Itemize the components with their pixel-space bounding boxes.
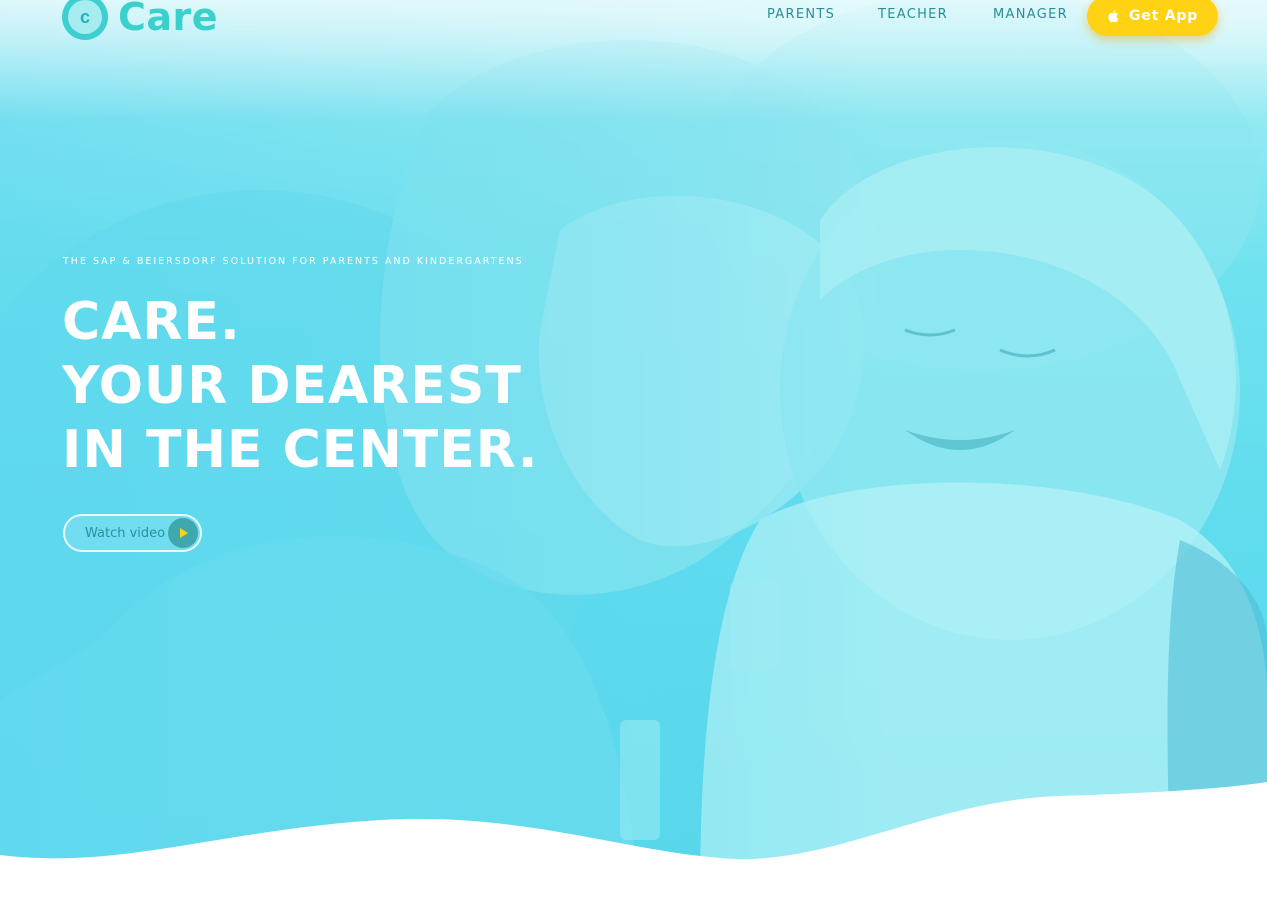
apple-icon <box>1108 10 1119 23</box>
brand-name: Care <box>118 0 219 39</box>
hero-headline: CARE. YOUR DEAREST IN THE CENTER. <box>62 290 539 482</box>
watch-video-button[interactable]: Watch video <box>63 514 202 552</box>
top-nav: c Care PARENTS TEACHER MANAGER Get App <box>0 0 1267 60</box>
hero-kicker: THE SAP & BEIERSDORF SOLUTION FOR PARENT… <box>63 256 524 267</box>
headline-line-1: CARE. <box>62 292 241 352</box>
brand-logo[interactable]: c Care <box>62 0 218 40</box>
watch-video-label: Watch video <box>85 525 166 541</box>
headline-line-3: IN THE CENTER. <box>62 420 539 480</box>
play-icon <box>168 518 198 548</box>
nav-link-manager[interactable]: MANAGER <box>993 7 1068 22</box>
headline-line-2: YOUR DEAREST <box>62 356 522 416</box>
logo-mark-icon: c <box>62 0 108 40</box>
logo-letter: c <box>79 7 90 27</box>
nav-link-teacher[interactable]: TEACHER <box>878 7 948 22</box>
get-app-button[interactable]: Get App <box>1087 0 1218 36</box>
bottom-wave <box>0 782 1267 898</box>
nav-link-parents[interactable]: PARENTS <box>767 7 835 22</box>
get-app-label: Get App <box>1128 8 1199 24</box>
